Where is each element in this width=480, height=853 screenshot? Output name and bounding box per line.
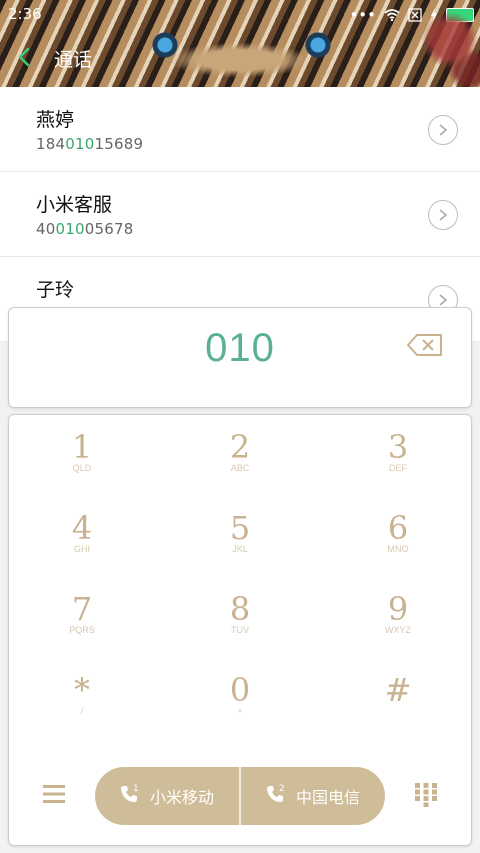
status-time: 2:36: [8, 5, 42, 23]
contact-name: 燕婷: [36, 109, 75, 131]
key-2[interactable]: 2 ABC: [170, 415, 310, 493]
contact-detail-button[interactable]: [428, 200, 458, 230]
charging-icon: [431, 8, 437, 22]
sim-off-icon: [408, 8, 422, 22]
key-0[interactable]: 0 +: [170, 658, 310, 736]
signal-dots-icon: •••: [349, 6, 376, 24]
phone-sim1-icon: 1: [120, 784, 142, 807]
dial-input-display[interactable]: 010: [8, 307, 472, 408]
battery-icon: [446, 8, 474, 22]
key-1[interactable]: 1 QLD: [12, 415, 152, 493]
dialed-digits: 010: [205, 326, 275, 370]
status-bar: 2:36 •••: [0, 0, 480, 28]
phone-sim2-icon: 2: [266, 784, 288, 807]
sim1-carrier-label: 小米移动: [149, 788, 214, 807]
key-6[interactable]: 6 MNO: [328, 496, 468, 574]
contact-name: 子玲: [36, 279, 75, 301]
dial-buttons: 1 小米移动 2 中国电信: [95, 767, 385, 825]
list-item[interactable]: 小米客服 4001005678: [0, 172, 480, 257]
chevron-right-icon: [439, 294, 448, 306]
header-banner: 2:36 ••• 通话: [0, 0, 480, 87]
chevron-right-icon: [439, 209, 448, 221]
dial-keypad: 1 QLD 2 ABC 3 DEF 4 GHI 5 JKL 6 MNO 7 PQRS 8 TUV…: [8, 414, 472, 846]
chevron-right-icon: [439, 124, 448, 136]
key-4[interactable]: 4 GHI: [12, 496, 152, 574]
status-icons: •••: [349, 6, 474, 24]
key-8[interactable]: 8 TUV: [170, 577, 310, 655]
key-9[interactable]: 9 WXYZ: [328, 577, 468, 655]
key-7[interactable]: 7 PQRS: [12, 577, 152, 655]
call-sim1-button[interactable]: 1 小米移动: [95, 767, 239, 825]
page-title: 通话: [54, 49, 93, 71]
keypad-toggle-icon[interactable]: [415, 783, 437, 807]
wifi-icon: [384, 9, 400, 21]
contact-number: 18401015689: [36, 135, 144, 153]
contact-number: 4001005678: [36, 220, 134, 238]
key-5[interactable]: 5 JKL: [170, 496, 310, 574]
backspace-icon[interactable]: [407, 334, 443, 356]
key-3[interactable]: 3 DEF: [328, 415, 468, 493]
menu-icon[interactable]: [43, 785, 65, 803]
sim2-carrier-label: 中国电信: [295, 788, 360, 807]
titlebar: 通话: [0, 40, 480, 76]
contact-list: 燕婷 18401015689 小米客服 4001005678 子玲: [0, 87, 480, 342]
list-item[interactable]: 燕婷 18401015689: [0, 87, 480, 172]
call-sim2-button[interactable]: 2 中国电信: [239, 767, 385, 825]
key-hash[interactable]: #: [328, 658, 468, 736]
contact-detail-button[interactable]: [428, 115, 458, 145]
contact-name: 小米客服: [36, 194, 113, 216]
back-arrow-icon[interactable]: [14, 46, 36, 68]
key-star[interactable]: * /: [12, 658, 152, 736]
